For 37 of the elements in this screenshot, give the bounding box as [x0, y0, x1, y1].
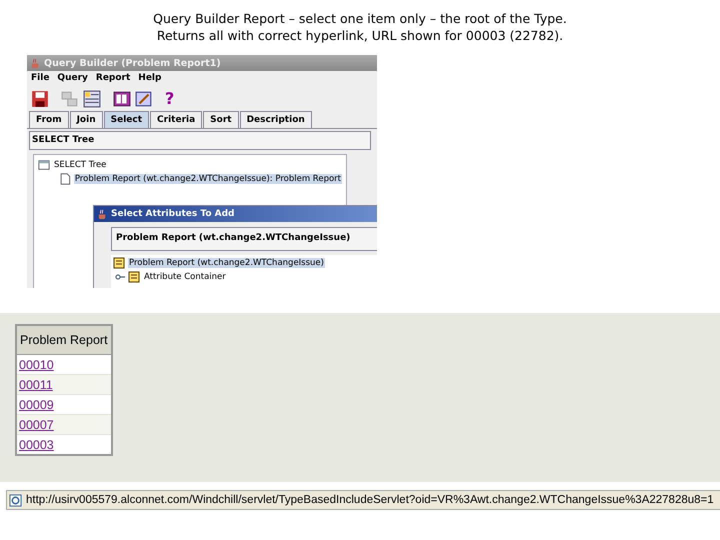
- class-icon: [113, 257, 125, 269]
- page-icon: [9, 494, 22, 506]
- report-link[interactable]: 00010: [19, 358, 54, 372]
- tab[interactable]: Description: [240, 111, 312, 128]
- panel-header: SELECT Tree: [29, 131, 371, 150]
- report-link[interactable]: 00009: [19, 398, 54, 412]
- table-icon[interactable]: [83, 90, 101, 108]
- save-icon[interactable]: [31, 90, 49, 108]
- tree-item[interactable]: Problem Report (wt.change2.WTChangeIssue): [128, 258, 325, 268]
- coffee-cup-icon: [97, 208, 108, 220]
- class-icon: [128, 271, 140, 283]
- tab[interactable]: Criteria: [150, 111, 202, 128]
- tree-item[interactable]: Problem Report (wt.change2.WTChangeIssue): Problem Report: [74, 174, 342, 184]
- coffee-cup-icon: [30, 58, 41, 68]
- dialog-title: Select Attributes To Add: [111, 209, 234, 219]
- menu-item[interactable]: Query: [57, 73, 88, 85]
- expand-handle-icon[interactable]: [115, 273, 125, 281]
- tab[interactable]: Sort: [203, 111, 239, 128]
- menu-item[interactable]: Report: [96, 73, 130, 85]
- status-url: http://usirv005579.alconnet.com/Windchill/servlet/TypeBasedIncludeServlet?oid=VR%3Awt.change2.WTChangeIssue%3A227828u8=1: [26, 494, 714, 506]
- report-link[interactable]: 00003: [19, 438, 54, 452]
- help-button[interactable]: ?: [165, 90, 174, 108]
- slide-title: Query Builder Report – select one item only – the root of the Type.: [152, 10, 568, 27]
- menu-item[interactable]: Help: [138, 73, 162, 85]
- tab[interactable]: Join: [70, 111, 103, 128]
- tab[interactable]: From: [29, 111, 69, 128]
- tab[interactable]: Select: [104, 111, 150, 128]
- document-icon: [60, 173, 71, 185]
- tree-item[interactable]: Attribute Container: [143, 272, 227, 282]
- window-title: Query Builder (Problem Report1): [44, 58, 221, 68]
- type-field[interactable]: Problem Report (wt.change2.WTChangeIssue): [111, 227, 377, 251]
- menu-item[interactable]: File: [31, 73, 50, 85]
- columns-icon[interactable]: [113, 90, 131, 108]
- edit-icon[interactable]: [135, 90, 153, 108]
- slide-title: Returns all with correct hyperlink, URL shown for 00003 (22782).: [156, 27, 564, 44]
- column-header: Problem Report: [16, 325, 112, 354]
- tree-item[interactable]: SELECT Tree: [53, 160, 108, 170]
